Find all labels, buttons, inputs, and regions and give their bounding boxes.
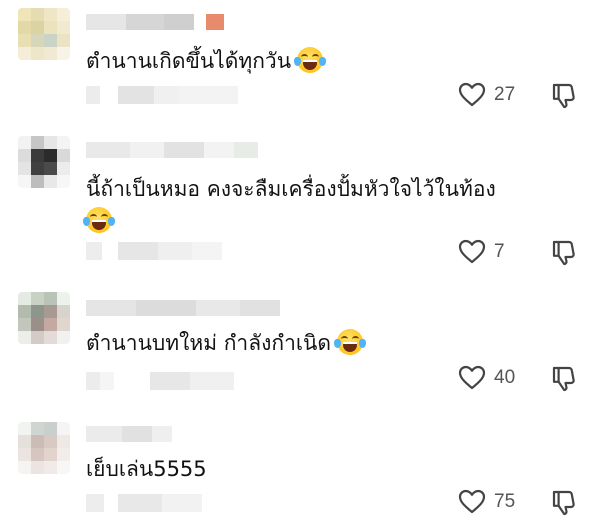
like-count: 75 (494, 490, 516, 512)
dislike-button[interactable] (550, 81, 578, 109)
username-blurred[interactable] (86, 426, 172, 442)
thumbs-down-icon (552, 366, 575, 392)
comment-text: ตำนานบทใหม่ กำลังกำเนิด (86, 326, 367, 360)
thumbs-down-icon (552, 240, 575, 266)
comment-meta-blurred (86, 86, 238, 104)
avatar[interactable] (18, 136, 70, 188)
thumbs-down-icon (552, 490, 575, 516)
comment-text-line2 (80, 204, 115, 238)
username-blurred[interactable] (86, 300, 280, 316)
thumbs-down-icon (552, 83, 575, 109)
heart-icon (458, 239, 486, 264)
comment-meta-blurred (86, 372, 234, 390)
dislike-button[interactable] (550, 488, 578, 516)
comment-meta-blurred (86, 494, 202, 512)
comment-meta-blurred (86, 242, 222, 260)
like-button[interactable]: 27 (458, 82, 515, 107)
like-count: 7 (494, 240, 505, 262)
face-with-tears-of-joy-icon (294, 47, 327, 73)
heart-icon (458, 82, 486, 107)
face-with-tears-of-joy-icon (83, 207, 115, 233)
avatar[interactable] (18, 8, 70, 60)
comment-text: นี้ถ้าเป็นหมอ คงจะลืมเครื่องปั้มหัวใจไว้… (86, 177, 496, 201)
username-blurred[interactable] (86, 142, 258, 158)
like-count: 27 (494, 83, 516, 105)
avatar[interactable] (18, 422, 70, 474)
dislike-button[interactable] (550, 238, 578, 266)
heart-icon (458, 489, 486, 514)
like-button[interactable]: 7 (458, 239, 505, 264)
dislike-button[interactable] (550, 364, 578, 392)
like-button[interactable]: 40 (458, 365, 515, 390)
like-button[interactable]: 75 (458, 489, 515, 514)
comment-text: เย็บเล่น5555 (86, 457, 207, 481)
username-blurred[interactable] (86, 14, 224, 30)
like-count: 40 (494, 366, 516, 388)
heart-icon (458, 365, 486, 390)
avatar[interactable] (18, 292, 70, 344)
comment-text: ตำนานเกิดขึ้นได้ทุกวัน (86, 44, 327, 78)
face-with-tears-of-joy-icon (334, 329, 367, 355)
